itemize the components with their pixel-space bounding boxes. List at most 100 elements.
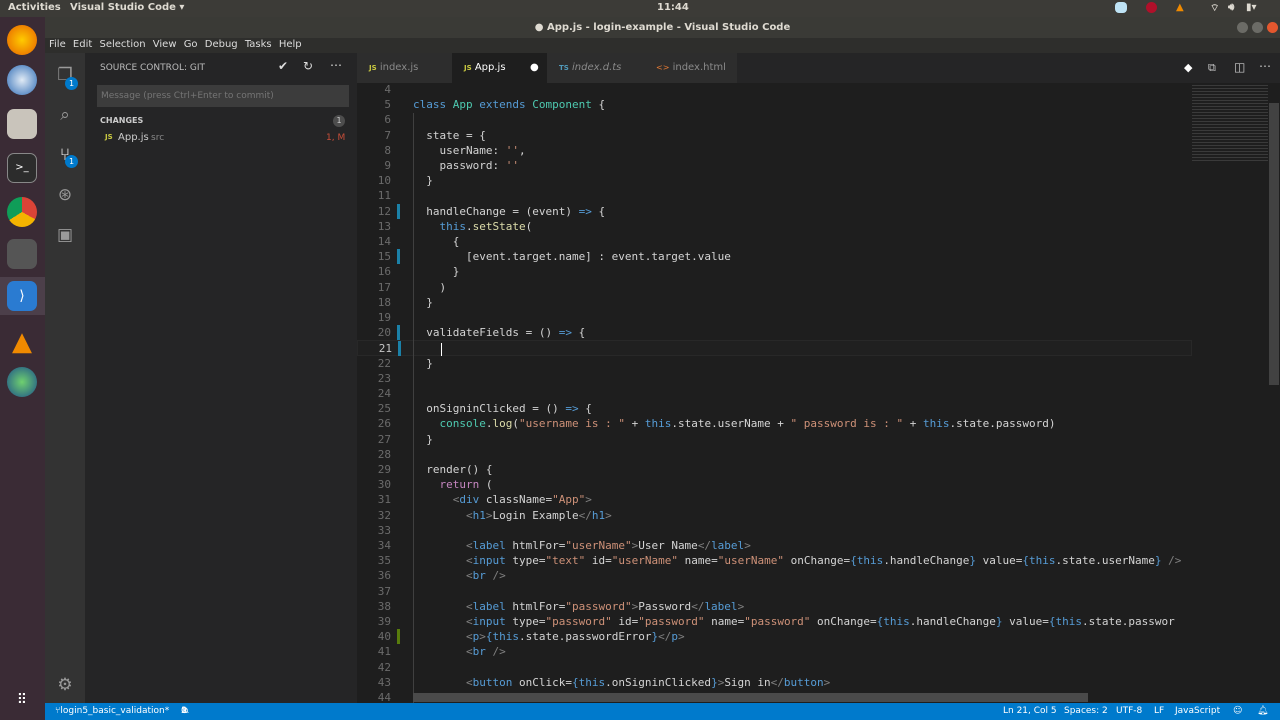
- code-line[interactable]: 24: [357, 386, 1192, 401]
- menu-file[interactable]: File: [49, 38, 66, 51]
- tab-index-d-ts[interactable]: TS index.d.ts: [547, 53, 642, 83]
- vlc-launcher-icon[interactable]: ▲: [7, 327, 37, 357]
- volume-icon[interactable]: 🔊︎: [1228, 2, 1234, 13]
- code-line[interactable]: 5 class App extends Component {: [357, 97, 1192, 112]
- menu-help[interactable]: Help: [279, 38, 302, 51]
- git-branch[interactable]: ⑂ login5_basic_validation*: [55, 703, 169, 720]
- screenshot-icon[interactable]: [7, 239, 37, 269]
- commit-message-input[interactable]: [97, 85, 349, 107]
- code-line[interactable]: 14 {: [357, 234, 1192, 249]
- code-line[interactable]: 31 <div className="App">: [357, 492, 1192, 507]
- code-line[interactable]: 9 password: '': [357, 158, 1192, 173]
- explorer-icon[interactable]: ❐ 1: [55, 65, 78, 90]
- code-line[interactable]: 16 }: [357, 264, 1192, 279]
- tab-index-js[interactable]: JS index.js: [357, 53, 452, 83]
- code-line[interactable]: 26 console.log("username is : " + this.s…: [357, 416, 1192, 431]
- code-line[interactable]: 37: [357, 584, 1192, 599]
- code-line[interactable]: 11: [357, 188, 1192, 203]
- code-line[interactable]: 29 render() {: [357, 462, 1192, 477]
- horizontal-scrollbar[interactable]: [413, 693, 1088, 702]
- code-line[interactable]: 19: [357, 310, 1192, 325]
- split-editor-icon[interactable]: ◫: [1234, 60, 1245, 74]
- thunderbird-icon[interactable]: [7, 65, 37, 95]
- code-line[interactable]: 10 }: [357, 173, 1192, 188]
- code-line[interactable]: 8 userName: '',: [357, 143, 1192, 158]
- more-actions-icon[interactable]: ⋯: [1259, 59, 1271, 73]
- code-line[interactable]: 39 <input type="password" id="password" …: [357, 614, 1192, 629]
- files-icon[interactable]: [7, 109, 37, 139]
- menu-selection[interactable]: Selection: [99, 38, 145, 51]
- refresh-icon[interactable]: ↻: [303, 59, 313, 73]
- code-line[interactable]: 27 }: [357, 432, 1192, 447]
- activities-button[interactable]: Activities: [8, 2, 61, 13]
- settings-gear-icon[interactable]: ⚙: [55, 675, 75, 695]
- tab-index-html[interactable]: <> index.html: [642, 53, 737, 83]
- code-line[interactable]: 6: [357, 112, 1192, 127]
- code-line[interactable]: 13 this.setState(: [357, 219, 1192, 234]
- code-line[interactable]: 28: [357, 447, 1192, 462]
- code-line[interactable]: 30 return (: [357, 477, 1192, 492]
- code-line[interactable]: 7 state = {: [357, 128, 1192, 143]
- menu-tasks[interactable]: Tasks: [245, 38, 272, 51]
- terminal-icon[interactable]: >_: [7, 153, 37, 183]
- show-apps-icon[interactable]: ⠿: [7, 685, 37, 715]
- extensions-icon[interactable]: ▣: [55, 225, 75, 245]
- vscode-icon[interactable]: ⟩: [7, 281, 37, 311]
- encoding[interactable]: UTF-8: [1116, 703, 1142, 720]
- language-mode[interactable]: JavaScript: [1175, 703, 1220, 720]
- chrome-icon[interactable]: [7, 197, 37, 227]
- menu-go[interactable]: Go: [184, 38, 198, 51]
- menu-view[interactable]: View: [153, 38, 177, 51]
- code-line[interactable]: 4: [357, 83, 1192, 97]
- menu-debug[interactable]: Debug: [205, 38, 238, 51]
- search-icon[interactable]: ⌕: [55, 105, 75, 125]
- commit-check-icon[interactable]: ✔: [278, 59, 288, 73]
- firefox-icon[interactable]: [7, 25, 37, 55]
- code-line[interactable]: 23: [357, 371, 1192, 386]
- battery-icon[interactable]: ▮▾: [1246, 2, 1257, 13]
- minimize-button[interactable]: [1237, 22, 1248, 33]
- code-line[interactable]: 12 handleChange = (event) => {: [357, 203, 1192, 219]
- unsaved-dot-icon[interactable]: ●: [530, 53, 539, 83]
- more-actions-icon[interactable]: ⋯: [330, 58, 342, 72]
- code-line[interactable]: 41 <br />: [357, 644, 1192, 659]
- vertical-scrollbar[interactable]: [1269, 103, 1279, 385]
- minimap[interactable]: [1192, 83, 1268, 163]
- notifications-bell-icon[interactable]: 🔔︎: [1257, 703, 1268, 720]
- clock[interactable]: 11:44: [657, 2, 689, 13]
- code-line[interactable]: 25 onSigninClicked = () => {: [357, 401, 1192, 416]
- vlc-icon[interactable]: ▲: [1176, 2, 1184, 13]
- code-line[interactable]: 34 <label htmlFor="userName">User Name</…: [357, 538, 1192, 553]
- code-line[interactable]: 38 <label htmlFor="password">Password</l…: [357, 599, 1192, 614]
- code-line[interactable]: 33: [357, 523, 1192, 538]
- code-line[interactable]: 42: [357, 660, 1192, 675]
- code-line[interactable]: 22 }: [357, 356, 1192, 371]
- git-compare-icon[interactable]: ◆: [1184, 61, 1192, 74]
- code-editor[interactable]: 4 5 class App extends Component {6 7 state …: [357, 83, 1280, 703]
- changes-header[interactable]: CHANGES: [100, 116, 143, 125]
- code-line[interactable]: 20 validateFields = () => {: [357, 325, 1192, 341]
- code-line[interactable]: 18 }: [357, 295, 1192, 310]
- changed-file-item[interactable]: JS App.js src 1, M: [85, 131, 357, 147]
- code-line[interactable]: 21: [357, 340, 1192, 357]
- wifi-icon[interactable]: ⌔: [1210, 2, 1219, 15]
- code-line[interactable]: 43 <button onClick={this.onSigninClicked…: [357, 675, 1192, 690]
- tab-app-js[interactable]: JS App.js ●: [452, 53, 547, 83]
- indentation[interactable]: Spaces: 2: [1064, 703, 1108, 720]
- close-button[interactable]: [1267, 22, 1278, 33]
- code-line[interactable]: 15 [event.target.name] : event.target.va…: [357, 249, 1192, 265]
- code-line[interactable]: 40 <p>{this.state.passwordError}</p>: [357, 629, 1192, 645]
- app-menu[interactable]: Visual Studio Code ▾: [70, 2, 184, 13]
- end-of-line[interactable]: LF: [1154, 703, 1164, 720]
- open-preview-icon[interactable]: ⧉: [1208, 61, 1216, 75]
- code-line[interactable]: 35 <input type="text" id="userName" name…: [357, 553, 1192, 568]
- code-line[interactable]: 32 <h1>Login Example</h1>: [357, 508, 1192, 523]
- code-line[interactable]: 36 <br />: [357, 568, 1192, 583]
- cursor-position[interactable]: Ln 21, Col 5: [1003, 703, 1057, 720]
- feedback-smiley-icon[interactable]: ☺: [1233, 703, 1242, 720]
- record-icon[interactable]: [1146, 2, 1157, 13]
- tray-app-icon[interactable]: [1115, 2, 1127, 13]
- source-control-icon[interactable]: ⑂ 1: [55, 145, 78, 168]
- code-line[interactable]: 17 ): [357, 280, 1192, 295]
- menu-edit[interactable]: Edit: [73, 38, 92, 51]
